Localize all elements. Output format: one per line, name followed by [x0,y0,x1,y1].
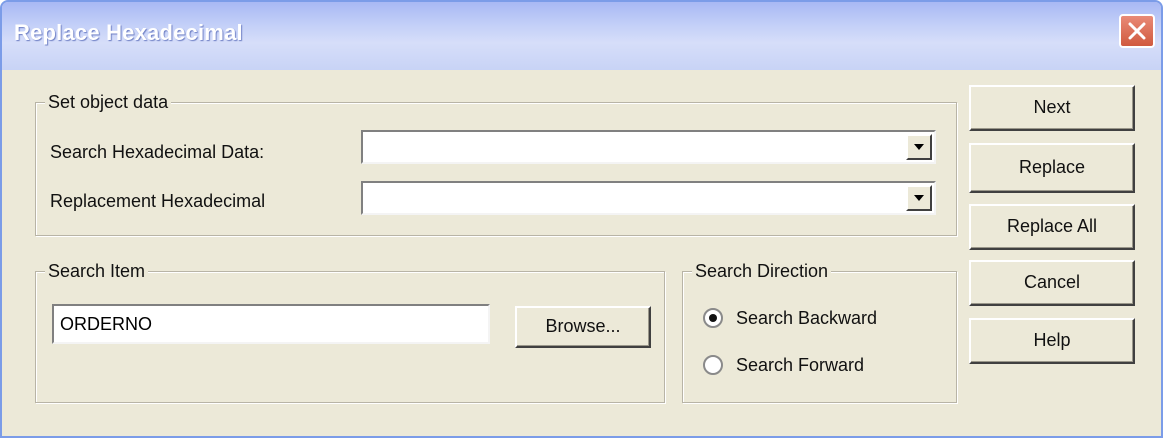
replace-button[interactable]: Replace [969,143,1135,193]
replace-all-button[interactable]: Replace All [969,204,1135,250]
next-button[interactable]: Next [969,85,1135,131]
replace-button-label: Replace [1018,157,1086,177]
replace-hexadecimal-dialog: Replace Hexadecimal Set object data Sear… [0,0,1163,438]
help-button-label: Help [1033,330,1071,350]
search-direction-group: Search Direction [682,261,957,403]
help-button[interactable]: Help [969,318,1135,364]
search-backward-label[interactable]: Search Backward [736,308,877,329]
replace-all-button-label: Replace All [1006,216,1098,236]
set-object-data-legend: Set object data [45,92,172,113]
search-hex-dropdown-button[interactable] [906,134,932,160]
search-hex-dropdown[interactable] [361,130,936,164]
search-backward-radio[interactable] [703,308,723,328]
cancel-button-label: Cancel [1023,272,1081,292]
replacement-hex-dropdown[interactable] [361,181,936,215]
search-forward-label[interactable]: Search Forward [736,355,864,376]
next-button-label: Next [1033,97,1071,117]
browse-button[interactable]: Browse... [515,306,651,348]
cancel-button[interactable]: Cancel [969,260,1135,306]
chevron-down-icon [914,144,924,150]
replacement-hex-dropdown-button[interactable] [906,185,932,211]
replacement-hex-label: Replacement Hexadecimal [50,191,266,211]
close-icon [1128,22,1146,40]
title-bar[interactable]: Replace Hexadecimal [2,2,1161,70]
radio-selected-dot [709,314,717,322]
dialog-title: Replace Hexadecimal [14,20,243,45]
search-hex-label: Search Hexadecimal Data: [50,142,265,162]
search-direction-legend: Search Direction [692,261,832,282]
search-item-legend: Search Item [45,261,149,282]
close-button[interactable] [1119,14,1155,48]
browse-button-label: Browse... [545,316,621,336]
search-item-input[interactable]: ORDERNO [52,304,490,344]
search-forward-radio[interactable] [703,355,723,375]
dialog-body: Set object data Search Hexadecimal Data:… [2,70,1161,436]
chevron-down-icon [914,195,924,201]
